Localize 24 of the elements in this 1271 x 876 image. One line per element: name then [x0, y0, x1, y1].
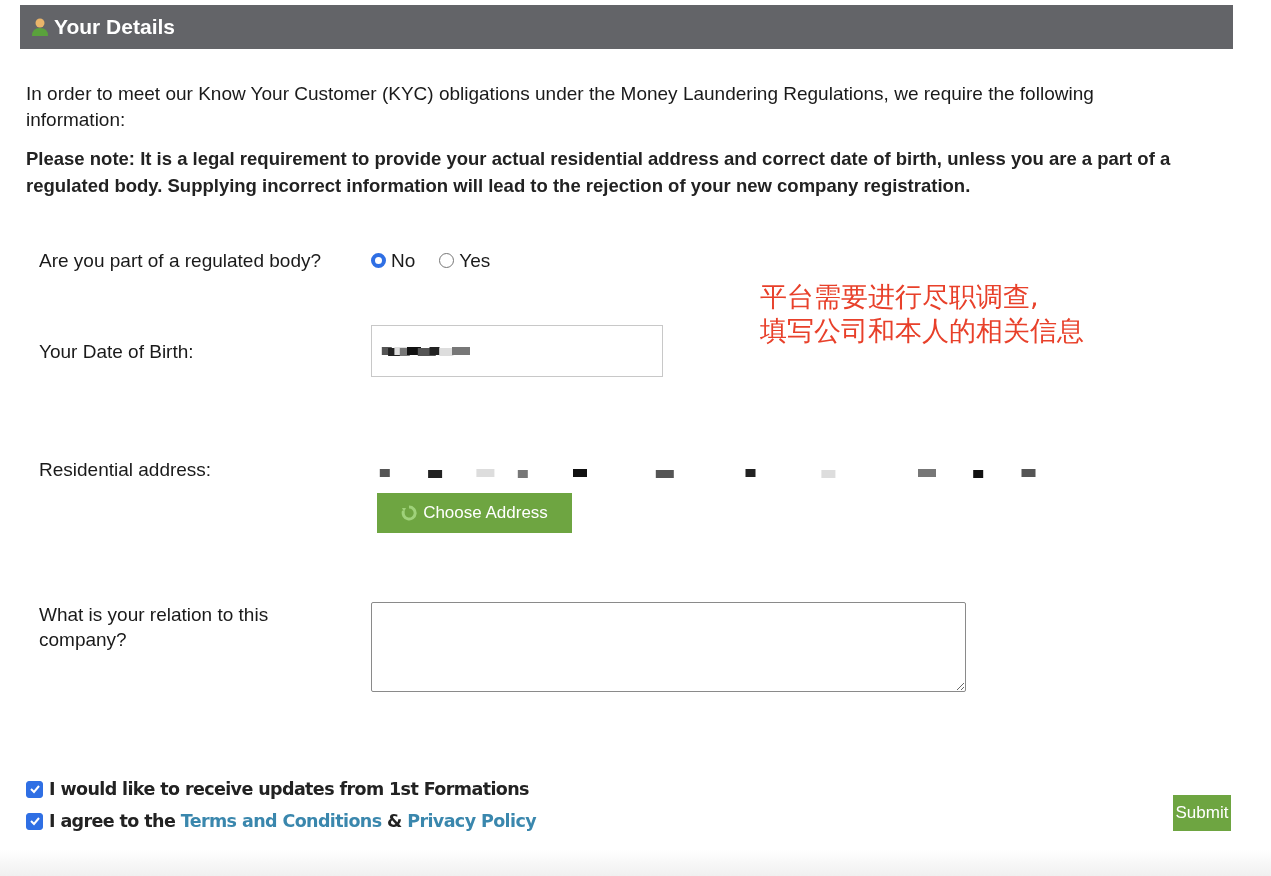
person-icon	[30, 17, 50, 37]
policy-link[interactable]: Terms and Conditions	[180, 811, 382, 831]
checkbox[interactable]	[26, 812, 43, 830]
intro-text: In order to meet our Know Your Customer (KYC) obligations under the Money Laundering Regulations, we require the following information:	[26, 82, 1095, 132]
date-field[interactable]	[371, 325, 663, 377]
consent-text: I agree to the Terms and Conditions & Privacy Policy	[49, 811, 536, 831]
legal-note: Please note: It is a legal requirement to provide your actual residential address and correct date of birth, unless you are a part of a regulated body. Supplying incorrect information will lead to the rejection of your new company registration.	[26, 147, 1172, 198]
field-label: Your Date of Birth:	[39, 340, 195, 364]
check-icon	[28, 815, 41, 827]
annotation-text: 平台需要进行尽职调查, 填写公司和本人的相关信息	[760, 280, 1084, 348]
consent-text: I would like to receive updates from 1st Formations	[49, 779, 529, 799]
policy-link[interactable]: Privacy Policy	[407, 811, 536, 831]
field-label: Residential address:	[39, 458, 213, 482]
relation-textarea[interactable]	[371, 602, 966, 692]
radio-option[interactable]: No	[371, 249, 416, 272]
refresh-icon	[401, 505, 418, 521]
choose-address-button[interactable]: Choose Address	[377, 493, 572, 533]
panel-title: Your Details	[54, 15, 175, 39]
submit-button[interactable]: Submit	[1173, 795, 1231, 831]
check-icon	[28, 783, 41, 795]
radio-option[interactable]: Yes	[439, 249, 491, 272]
checkbox[interactable]	[26, 780, 43, 798]
field-label: Are you part of a regulated body?	[39, 249, 323, 273]
field-label: What is your relation to this company?	[39, 603, 270, 652]
